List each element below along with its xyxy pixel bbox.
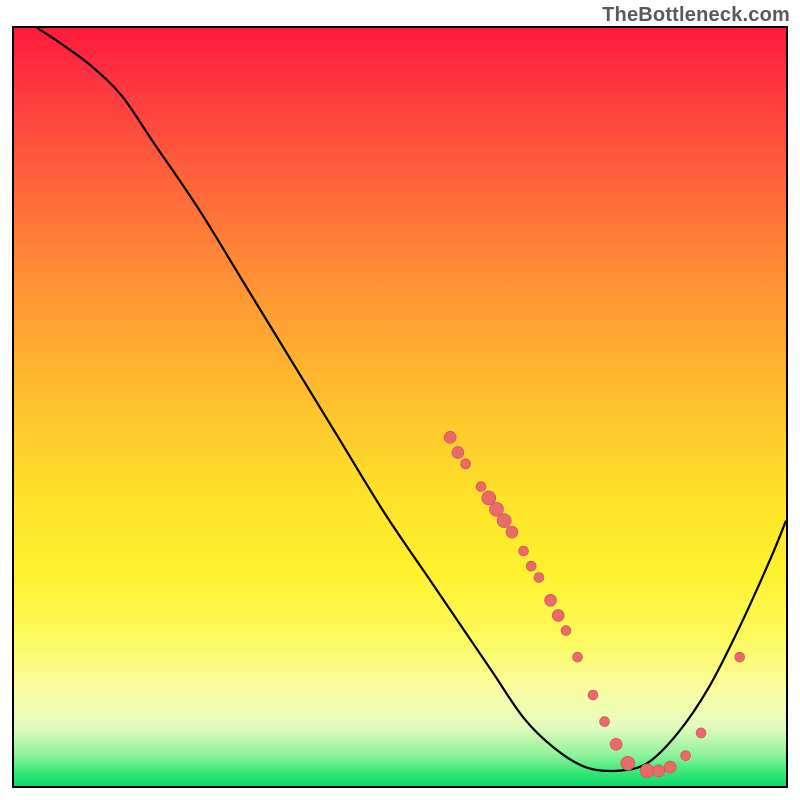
- data-dot: [610, 738, 622, 750]
- bottleneck-curve: [37, 28, 786, 771]
- data-dot: [526, 561, 536, 571]
- data-dot: [664, 761, 676, 773]
- data-dot: [588, 690, 598, 700]
- data-dot: [653, 765, 665, 777]
- data-dot: [600, 717, 610, 727]
- data-dot: [621, 756, 635, 770]
- data-dot: [573, 652, 583, 662]
- data-dots: [444, 431, 745, 778]
- chart-frame: [12, 26, 788, 788]
- data-dot: [519, 546, 529, 556]
- data-dot: [444, 431, 456, 443]
- data-dot: [561, 626, 571, 636]
- data-dot: [681, 751, 691, 761]
- data-dot: [640, 764, 654, 778]
- data-dot: [476, 482, 486, 492]
- watermark-text: TheBottleneck.com: [602, 4, 790, 27]
- data-dot: [735, 652, 745, 662]
- chart-svg: [14, 28, 786, 786]
- data-dot: [452, 446, 464, 458]
- data-dot: [696, 728, 706, 738]
- data-dot: [497, 514, 511, 528]
- data-dot: [545, 594, 557, 606]
- data-dot: [534, 573, 544, 583]
- data-dot: [506, 526, 518, 538]
- data-dot: [461, 459, 471, 469]
- data-dot: [552, 609, 564, 621]
